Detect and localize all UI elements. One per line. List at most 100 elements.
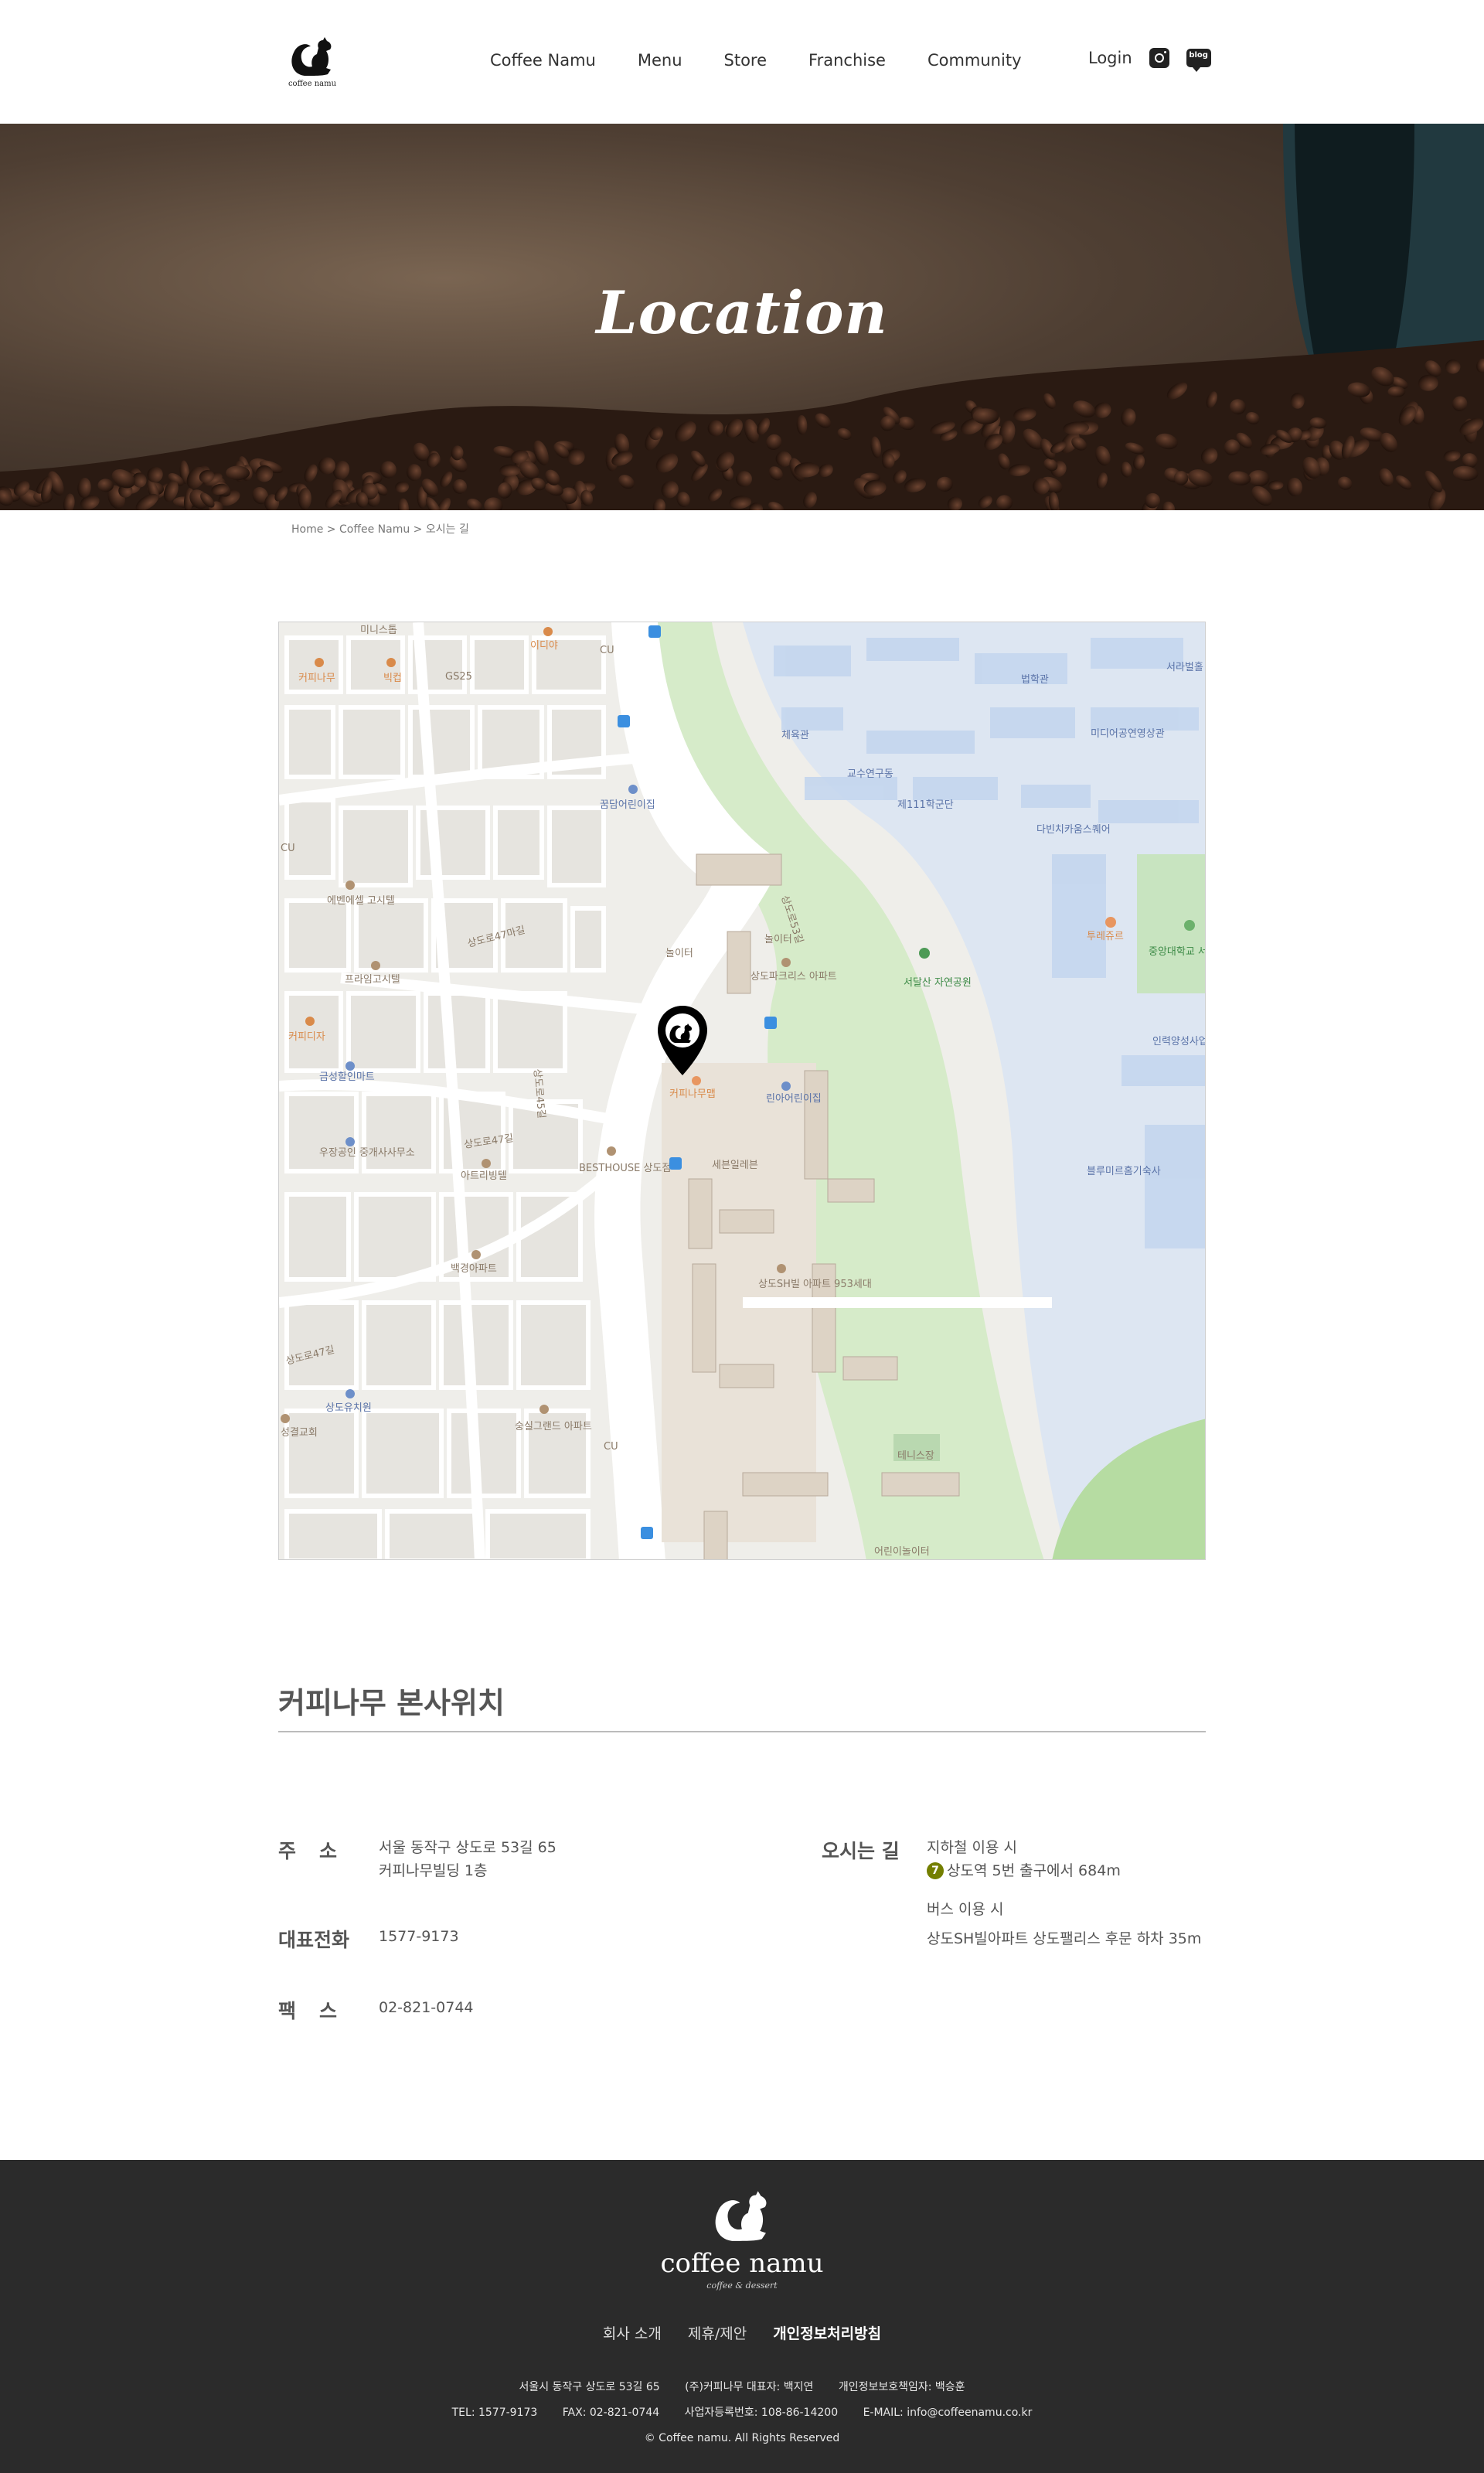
map-canvas[interactable]: 미니스톱 이디야 CU 커피나무 빅컵 GS25 체육관 법학관 서라벌홀 미디…: [279, 622, 1206, 1560]
blog-icon[interactable]: blog: [1186, 49, 1211, 72]
map-label: 빅컵: [383, 673, 402, 684]
footer-brand: coffee namu: [660, 2248, 824, 2279]
footer-fax: FAX: 02-821-0744: [562, 2407, 660, 2419]
map-label: 세븐일레븐: [712, 1160, 758, 1171]
instagram-icon[interactable]: [1149, 48, 1169, 68]
footer-link-privacy[interactable]: 개인정보처리방침: [773, 2325, 881, 2342]
site-footer: coffee namu coffee & dessert 회사 소개 제휴/제안…: [0, 2160, 1484, 2473]
footer-link-partnership[interactable]: 제휴/제안: [688, 2325, 747, 2342]
map-label: 다빈치카움스퀘어: [1036, 824, 1111, 836]
breadcrumb: Home > Coffee Namu > 오시는 길: [291, 521, 469, 536]
nav-coffee-namu[interactable]: Coffee Namu: [490, 51, 596, 70]
map-label: 우장공인 중개사사무소: [319, 1147, 415, 1159]
breadcrumb-section[interactable]: Coffee Namu: [339, 523, 410, 536]
footer-tagline: coffee & dessert: [706, 2281, 778, 2291]
main-nav: Coffee Namu Menu Store Franchise Communi…: [490, 51, 1022, 70]
nav-community[interactable]: Community: [928, 51, 1022, 70]
map-label: 중앙대학교 서울캠퍼스: [1149, 946, 1206, 958]
subway-text: 상도역 5번 출구에서 684m: [947, 1862, 1121, 1879]
subway-title: 지하철 이용 시: [927, 1839, 1017, 1856]
map-label: 투레쥬르: [1087, 931, 1124, 942]
map-label: 아트리빙텔: [461, 1170, 507, 1182]
login-link[interactable]: Login: [1088, 49, 1132, 67]
phone-value: 1577-9173: [379, 1928, 459, 1945]
utility-links: Login blog: [1088, 48, 1211, 72]
breadcrumb-separator: >: [413, 523, 423, 536]
address-line-2: 커피나무빌딩 1층: [379, 1862, 488, 1879]
map-label: 놀이터: [665, 948, 693, 959]
footer-biz-no: 사업자등록번호: 108-86-14200: [684, 2407, 839, 2419]
address-label: 주소: [278, 1840, 361, 1862]
map-label: 이디야: [530, 640, 558, 652]
map-label: CU: [604, 1441, 618, 1453]
map-label: 상도파크리스 아파트: [751, 971, 837, 983]
map-label: 에벤에셀 고시텔: [327, 895, 395, 907]
footer-links: 회사 소개 제휴/제안 개인정보처리방침: [0, 2322, 1484, 2343]
map-label: 미디어공연영상관: [1091, 728, 1165, 740]
map-label: 금성할인마트: [319, 1071, 375, 1083]
breadcrumb-separator: >: [326, 523, 336, 536]
map-label: 성결교회: [281, 1427, 318, 1439]
fax-label: 팩스: [278, 2000, 361, 2022]
footer-privacy-officer: 개인정보보호책임자: 백승훈: [838, 2381, 965, 2393]
hero-banner: Location: [0, 124, 1484, 510]
logo[interactable]: coffee namu: [284, 31, 340, 93]
footer-link-about[interactable]: 회사 소개: [603, 2325, 662, 2342]
footer-company: (주)커피나무 대표자: 백지연: [685, 2381, 814, 2393]
hero-title: Location: [596, 278, 888, 347]
nav-store[interactable]: Store: [724, 51, 768, 70]
map-label: 교수연구동: [847, 768, 893, 780]
address-row: 주소 서울 동작구 상도로 53길 65 커피나무빌딩 1층: [278, 1836, 556, 1882]
map-label: 서라벌홀: [1166, 662, 1203, 673]
footer-address: 서울시 동작구 상도로 53길 65: [519, 2381, 660, 2393]
map-label: 법학관: [1021, 674, 1049, 686]
map-label: 백경아파트: [451, 1263, 497, 1275]
phone-row: 대표전화 1577-9173: [278, 1925, 459, 1953]
map-label: 커피나무: [298, 673, 335, 684]
map-label: 숭실그랜드 아파트: [515, 1421, 592, 1432]
map-marker-label: 커피나무맵: [669, 1088, 716, 1100]
breadcrumb-home[interactable]: Home: [291, 523, 323, 536]
hq-location-title: 커피나무 본사위치: [278, 1686, 505, 1720]
map-label: 커피디자: [288, 1031, 325, 1043]
map-label: 상도SH빌 아파트 953세대: [758, 1279, 872, 1290]
nav-menu[interactable]: Menu: [638, 51, 682, 70]
map-label: 린아어린이집: [766, 1093, 822, 1105]
map-label: 미니스톱: [360, 625, 397, 636]
directions-label: 오시는 길: [822, 1840, 900, 1862]
map-label: 프라임고시텔: [345, 974, 400, 986]
nav-franchise[interactable]: Franchise: [808, 51, 886, 70]
address-line-1: 서울 동작구 상도로 53길 65: [379, 1839, 556, 1856]
map-label: CU: [281, 843, 295, 854]
squirrel-logo-icon: [715, 2191, 767, 2241]
map-label: 인력양성사업: [1152, 1036, 1206, 1047]
footer-tel: TEL: 1577-9173: [451, 2407, 538, 2419]
footer-copyright: © Coffee namu. All Rights Reserved: [644, 2432, 840, 2444]
directions-row: 오시는 길 지하철 이용 시 7 상도역 5번 출구에서 684m 버스 이용 …: [822, 1836, 1201, 1950]
bus-title: 버스 이용 시: [927, 1901, 1004, 1918]
location-map[interactable]: 미니스톱 이디야 CU 커피나무 빅컵 GS25 체육관 법학관 서라벌홀 미디…: [278, 622, 1206, 1560]
footer-info: 서울시 동작구 상도로 53길 65 (주)커피나무 대표자: 백지연 개인정보…: [0, 2375, 1484, 2451]
breadcrumb-current: 오시는 길: [425, 523, 469, 536]
map-label: 놀이터: [764, 934, 792, 945]
map-label: 블루미르홈기숙사: [1087, 1166, 1161, 1177]
map-label: 테니스장: [897, 1450, 934, 1462]
subway-line-badge: 7: [927, 1862, 944, 1879]
map-label: 서달산 자연공원: [904, 977, 972, 989]
map-label: 상도유치원: [325, 1402, 372, 1414]
section-divider: [278, 1731, 1206, 1732]
location-pin-icon[interactable]: [656, 1004, 709, 1077]
bus-text: 상도SH빌아파트 상도팰리스 후문 하차 35m: [927, 1930, 1202, 1947]
footer-email[interactable]: E-MAIL: info@coffeenamu.co.kr: [863, 2407, 1033, 2419]
fax-row: 팩스 02-821-0744: [278, 1996, 474, 2024]
logo-text: coffee namu: [288, 80, 337, 88]
site-header: coffee namu Coffee Namu Menu Store Franc…: [0, 0, 1484, 124]
map-label: 체육관: [781, 730, 809, 741]
map-label: BESTHOUSE 상도점: [579, 1163, 671, 1174]
subway-info: 7 상도역 5번 출구에서 684m: [927, 1859, 1201, 1882]
map-label: 어린이놀이터: [874, 1546, 930, 1558]
map-label: GS25: [445, 671, 472, 683]
map-label: CU: [600, 645, 614, 656]
footer-logo: coffee namu coffee & dessert: [0, 2183, 1484, 2291]
phone-label: 대표전화: [278, 1929, 350, 1951]
